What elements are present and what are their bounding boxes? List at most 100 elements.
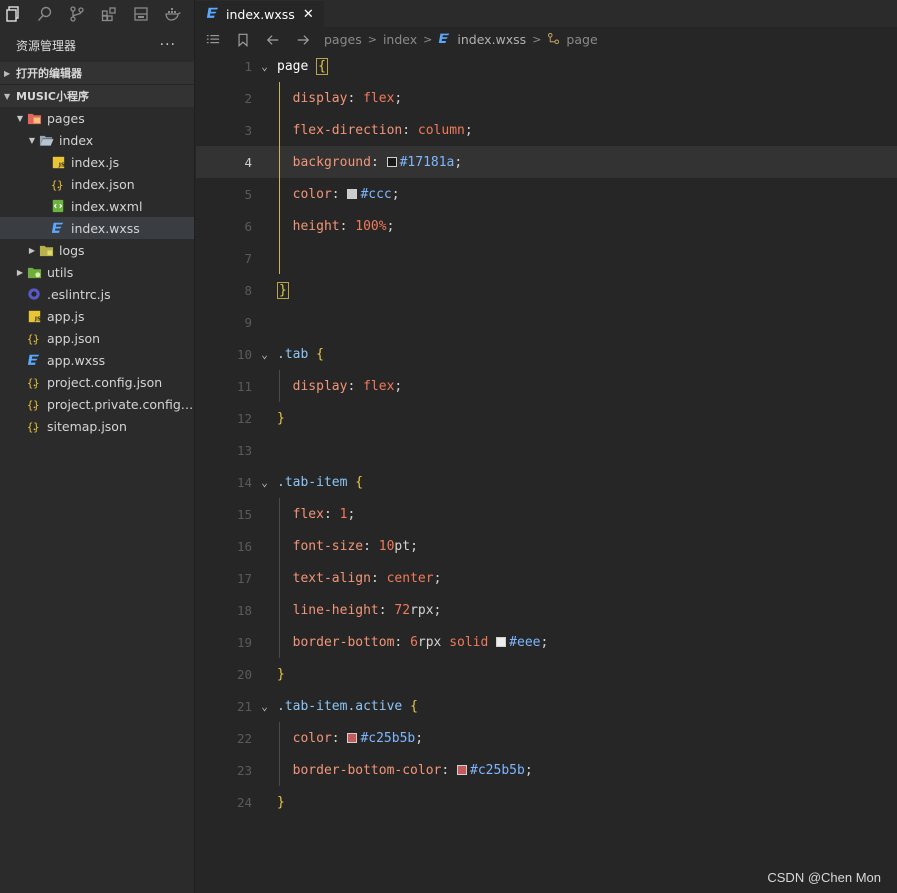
outline-list-icon[interactable] [204,31,222,49]
selector-symbol-icon [547,32,560,48]
code-text: text-align: center; [277,571,442,586]
bookmark-icon[interactable] [234,31,252,49]
tree-item[interactable]: {} index.json [0,173,194,195]
code-line[interactable]: 8} [196,274,897,306]
source-control-icon[interactable] [68,5,86,23]
code-line[interactable]: 4 background: #17181a; [196,146,897,178]
tree-item[interactable]: .eslintrc.js [0,283,194,305]
color-swatch[interactable] [347,188,358,199]
wxml-file-icon [50,198,66,214]
indent-guide [279,498,280,530]
code-line[interactable]: 17 text-align: center; [196,562,897,594]
line-number: 12 [236,410,252,426]
code-line[interactable]: 15 flex: 1; [196,498,897,530]
breadcrumb-file[interactable]: index.wxss [457,32,526,47]
line-number: 6 [244,218,252,234]
docker-icon[interactable] [164,5,182,23]
breadcrumb-pages[interactable]: pages [324,32,362,47]
more-actions-icon[interactable]: ··· [160,37,176,53]
code-token: : [331,730,348,746]
code-line[interactable]: 6 height: 100%; [196,210,897,242]
tree-item-label: pages [47,110,85,126]
code-line[interactable]: 12} [196,402,897,434]
fold-chevron-icon[interactable]: ⌄ [252,476,277,489]
code-token: rpx [410,602,434,618]
tree-item[interactable]: ▼ index [0,129,194,151]
tab-index-wxss[interactable]: index.wxss ✕ [196,0,324,27]
code-line[interactable]: 1 ⌄ page { [196,50,897,82]
line-number: 2 [244,90,252,106]
tree-item[interactable]: app.wxss [0,349,194,371]
tree-item[interactable]: {} project.config.json [0,371,194,393]
extensions-icon[interactable] [100,5,118,23]
code-token: border-bottom-color [292,762,442,778]
code-line[interactable]: 20} [196,658,897,690]
tree-item[interactable]: {} project.private.config.js... [0,393,195,415]
color-swatch[interactable] [496,636,507,647]
fold-chevron-icon[interactable]: ⌄ [252,348,277,361]
line-number: 5 [244,186,252,202]
fold-chevron-icon[interactable]: ⌄ [252,60,277,73]
tree-item[interactable]: {} sitemap.json [0,415,194,437]
close-icon[interactable]: ✕ [303,7,314,22]
color-swatch[interactable] [457,764,468,775]
code-token: { [316,346,324,362]
svg-text:JS: JS [33,316,40,322]
code-line[interactable]: 19 border-bottom: 6rpx solid #eee; [196,626,897,658]
files-icon[interactable] [4,5,22,23]
code-text: color: #c25b5b; [277,731,423,746]
code-text: display: flex; [277,379,403,394]
code-line[interactable]: 14 ⌄ .tab-item { [196,466,897,498]
tree-item[interactable]: index.wxss [0,217,194,239]
code-token: } [277,666,285,682]
breadcrumb-symbol[interactable]: page [566,32,597,47]
code-line[interactable]: 10 ⌄ .tab { [196,338,897,370]
indent-guide [279,754,280,786]
json-file-icon: {} [26,418,42,434]
code-line[interactable]: 5 color: #ccc; [196,178,897,210]
json-file-icon: {} [26,374,42,390]
code-line[interactable]: 9 [196,306,897,338]
tree-item-label: index.json [71,176,135,192]
tree-item[interactable]: JS app.js [0,305,194,327]
code-editor[interactable]: 1 ⌄ page {2 display: flex; 3 flex-direction… [196,50,897,818]
code-token: #c25b5b [360,730,416,746]
code-token: display [292,90,348,106]
pages-folder-icon [26,110,42,126]
tree-item[interactable]: ▼ pages [0,107,194,129]
line-number: 24 [236,794,252,810]
tree-item-label: index.wxss [71,220,140,236]
arrow-left-icon[interactable] [264,31,282,49]
code-line[interactable]: 16 font-size: 10pt; [196,530,897,562]
code-line[interactable]: 22 color: #c25b5b; [196,722,897,754]
code-line[interactable]: 24} [196,786,897,818]
project-section[interactable]: ▼ MUSIC小程序 [0,85,194,107]
breadcrumb-index[interactable]: index [383,32,417,47]
indent-guide [279,210,280,242]
color-swatch[interactable] [386,156,397,167]
tree-item[interactable]: ▶ utils [0,261,194,283]
storage-icon[interactable] [132,5,150,23]
tree-item[interactable]: {} app.json [0,327,194,349]
tree-item[interactable]: index.wxml [0,195,194,217]
code-text: color: #ccc; [277,187,400,202]
code-token: font-size [292,538,364,554]
code-line[interactable]: 13 [196,434,897,466]
code-text: } [277,411,285,426]
color-swatch[interactable] [347,732,358,743]
code-token: line-height [292,602,379,618]
tree-item[interactable]: JS index.js [0,151,194,173]
code-line[interactable]: 18 line-height: 72rpx; [196,594,897,626]
code-line[interactable]: 21 ⌄ .tab-item.active { [196,690,897,722]
code-line[interactable]: 11 display: flex; [196,370,897,402]
open-editors-section[interactable]: ▶ 打开的编辑器 [0,62,194,84]
code-line[interactable]: 7 [196,242,897,274]
fold-chevron-icon[interactable]: ⌄ [252,700,277,713]
code-line[interactable]: 23 border-bottom-color: #c25b5b; [196,754,897,786]
code-line[interactable]: 2 display: flex; [196,82,897,114]
arrow-right-icon[interactable] [294,31,312,49]
tree-item[interactable]: ▶ logs [0,239,194,261]
code-line[interactable]: 3 flex-direction: column; [196,114,897,146]
search-icon[interactable] [36,5,54,23]
